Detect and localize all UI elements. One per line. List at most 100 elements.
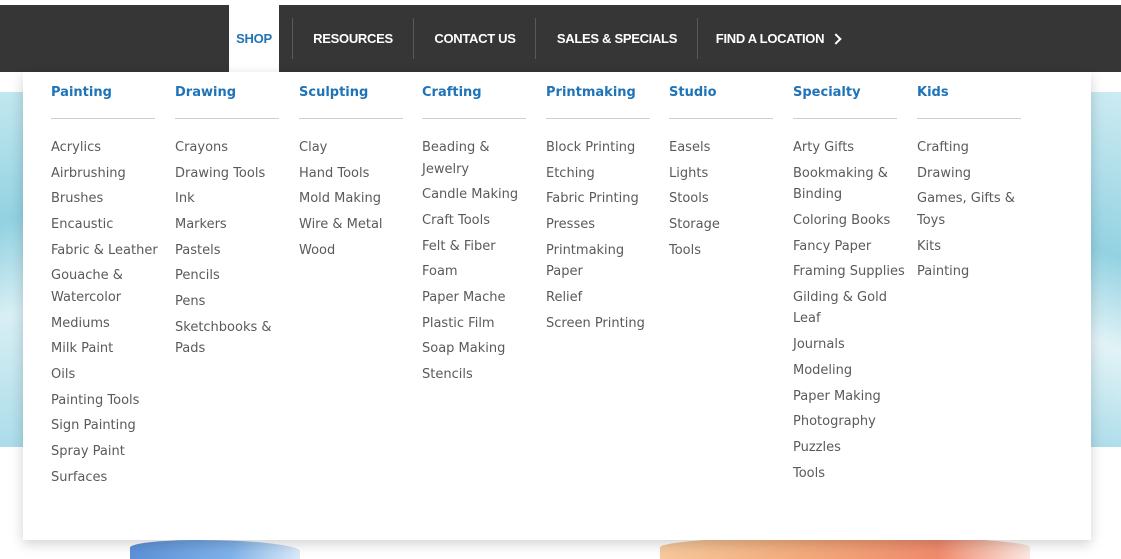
- menu-column-divider: [917, 118, 1021, 119]
- menu-column-title[interactable]: Painting: [51, 85, 112, 100]
- menu-link[interactable]: Drawing Tools: [175, 163, 287, 189]
- menu-column-divider: [422, 118, 526, 119]
- nav-find-a-location[interactable]: FIND A LOCATION: [708, 5, 848, 72]
- shop-mega-menu: Painting Acrylics Airbrushing Brushes Encaus…: [23, 72, 1091, 540]
- menu-link[interactable]: Modeling: [793, 360, 905, 386]
- menu-link[interactable]: Pastels: [175, 240, 287, 266]
- menu-link[interactable]: Games, Gifts & Toys: [917, 188, 1029, 235]
- menu-column-list: Arty Gifts Bookmaking & Binding Coloring B…: [793, 137, 905, 488]
- menu-link[interactable]: Beading & Jewelry: [422, 137, 534, 184]
- menu-link[interactable]: Paper Making: [793, 386, 905, 412]
- menu-column-divider: [51, 118, 155, 119]
- nav-contact-us[interactable]: CONTACT US: [424, 5, 526, 72]
- menu-column-list: Block Printing Etching Fabric Printing Pres…: [546, 137, 658, 338]
- menu-column-title[interactable]: Specialty: [793, 85, 861, 100]
- main-navbar: SHOP RESOURCES CONTACT US SALES & SPECIA…: [0, 5, 1121, 72]
- menu-column-title[interactable]: Kids: [917, 85, 949, 100]
- menu-link[interactable]: Surfaces: [51, 467, 163, 493]
- menu-link[interactable]: Tools: [669, 240, 781, 266]
- menu-link[interactable]: Pencils: [175, 265, 287, 291]
- menu-link[interactable]: Sign Painting: [51, 415, 163, 441]
- menu-column-list: Easels Lights Stools Storage Tools: [669, 137, 781, 265]
- menu-link[interactable]: Photography: [793, 411, 905, 437]
- menu-link[interactable]: Brushes: [51, 188, 163, 214]
- menu-link[interactable]: Spray Paint: [51, 441, 163, 467]
- menu-link[interactable]: Stools: [669, 188, 781, 214]
- menu-link[interactable]: Fabric & Leather: [51, 240, 163, 266]
- menu-link[interactable]: Mediums: [51, 313, 163, 339]
- menu-link[interactable]: Milk Paint: [51, 338, 163, 364]
- menu-column-title[interactable]: Printmaking: [546, 85, 636, 100]
- nav-divider: [413, 18, 414, 59]
- menu-link[interactable]: Drawing: [917, 163, 1029, 189]
- nav-sales-specials[interactable]: SALES & SPECIALS: [546, 5, 688, 72]
- menu-column-divider: [669, 118, 773, 119]
- menu-column-divider: [175, 118, 279, 119]
- menu-link[interactable]: Crayons: [175, 137, 287, 163]
- menu-link[interactable]: Gilding & Gold Leaf: [793, 287, 905, 334]
- menu-link[interactable]: Markers: [175, 214, 287, 240]
- menu-link[interactable]: Soap Making: [422, 338, 534, 364]
- chevron-right-icon: [830, 32, 842, 45]
- menu-column-list: Crafting Drawing Games, Gifts & Toys Kits Pa…: [917, 137, 1029, 287]
- menu-link[interactable]: Crafting: [917, 137, 1029, 163]
- menu-link[interactable]: Craft Tools: [422, 210, 534, 236]
- menu-link[interactable]: Presses: [546, 214, 658, 240]
- menu-link[interactable]: Paper Mache: [422, 287, 534, 313]
- menu-column-title[interactable]: Sculpting: [299, 85, 368, 100]
- menu-link[interactable]: Gouache & Watercolor: [51, 265, 163, 312]
- menu-link[interactable]: Encaustic: [51, 214, 163, 240]
- menu-link[interactable]: Printmaking Paper: [546, 240, 658, 287]
- nav-contact-us-label: CONTACT US: [434, 31, 516, 46]
- menu-link[interactable]: Plastic Film: [422, 313, 534, 339]
- menu-link[interactable]: Felt & Fiber: [422, 236, 534, 262]
- menu-link[interactable]: Hand Tools: [299, 163, 411, 189]
- menu-column-list: Crayons Drawing Tools Ink Markers Pastels Pen…: [175, 137, 287, 364]
- menu-link[interactable]: Oils: [51, 364, 163, 390]
- menu-link[interactable]: Block Printing: [546, 137, 658, 163]
- menu-link[interactable]: Kits: [917, 236, 1029, 262]
- menu-link[interactable]: Easels: [669, 137, 781, 163]
- nav-divider: [292, 18, 293, 59]
- menu-link[interactable]: Foam: [422, 261, 534, 287]
- menu-link[interactable]: Bookmaking & Binding: [793, 163, 905, 210]
- menu-column-title[interactable]: Studio: [669, 85, 717, 100]
- menu-column-divider: [546, 118, 650, 119]
- menu-column-title[interactable]: Drawing: [175, 85, 236, 100]
- menu-link[interactable]: Journals: [793, 334, 905, 360]
- nav-divider: [697, 18, 698, 59]
- menu-link[interactable]: Fabric Printing: [546, 188, 658, 214]
- menu-column-divider: [793, 118, 897, 119]
- menu-link[interactable]: Candle Making: [422, 184, 534, 210]
- menu-link[interactable]: Arty Gifts: [793, 137, 905, 163]
- menu-link[interactable]: Coloring Books: [793, 210, 905, 236]
- nav-shop-label: SHOP: [236, 31, 272, 46]
- menu-link[interactable]: Painting Tools: [51, 390, 163, 416]
- menu-link[interactable]: Puzzles: [793, 437, 905, 463]
- menu-link[interactable]: Sketchbooks & Pads: [175, 317, 287, 364]
- menu-link[interactable]: Mold Making: [299, 188, 411, 214]
- menu-link[interactable]: Etching: [546, 163, 658, 189]
- menu-link[interactable]: Pens: [175, 291, 287, 317]
- menu-link[interactable]: Relief: [546, 287, 658, 313]
- nav-divider: [535, 18, 536, 59]
- menu-link[interactable]: Airbrushing: [51, 163, 163, 189]
- nav-resources[interactable]: RESOURCES: [304, 5, 402, 72]
- menu-link[interactable]: Ink: [175, 188, 287, 214]
- menu-link[interactable]: Painting: [917, 261, 1029, 287]
- menu-link[interactable]: Wood: [299, 240, 411, 266]
- menu-link[interactable]: Clay: [299, 137, 411, 163]
- menu-column-title[interactable]: Crafting: [422, 85, 482, 100]
- nav-shop[interactable]: SHOP: [229, 5, 279, 72]
- menu-link[interactable]: Tools: [793, 463, 905, 489]
- menu-link[interactable]: Stencils: [422, 364, 534, 390]
- menu-link[interactable]: Fancy Paper: [793, 236, 905, 262]
- menu-link[interactable]: Framing Supplies: [793, 261, 905, 287]
- menu-link[interactable]: Screen Printing: [546, 313, 658, 339]
- menu-link[interactable]: Storage: [669, 214, 781, 240]
- menu-link[interactable]: Wire & Metal: [299, 214, 411, 240]
- menu-link[interactable]: Lights: [669, 163, 781, 189]
- menu-link[interactable]: Acrylics: [51, 137, 163, 163]
- nav-sales-specials-label: SALES & SPECIALS: [556, 31, 678, 46]
- nav-find-a-location-label: FIND A LOCATION: [715, 31, 825, 46]
